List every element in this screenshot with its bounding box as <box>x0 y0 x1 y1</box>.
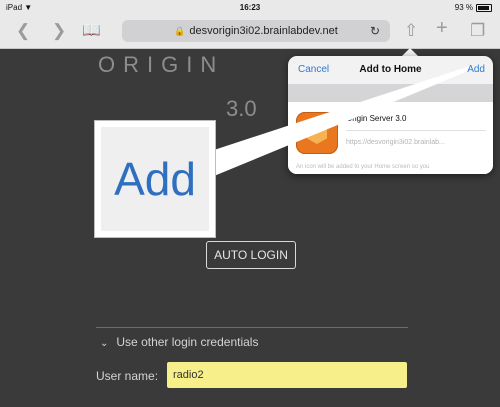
zoom-callout-text: Add <box>101 127 209 231</box>
callout-beam <box>214 66 470 176</box>
zoom-callout: Add <box>94 120 216 238</box>
callout-lines <box>214 66 470 176</box>
